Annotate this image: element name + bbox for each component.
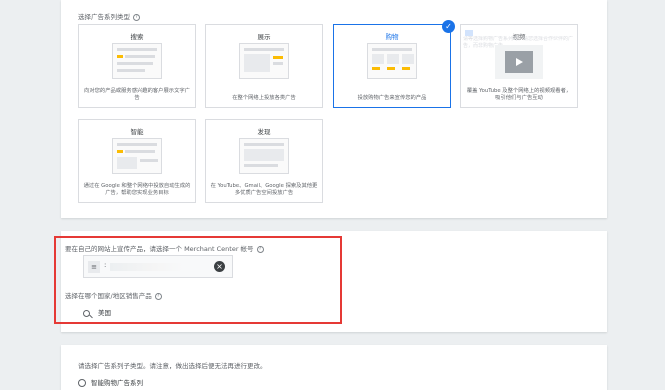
subtype-card: 请选择广告系列子类型。请注意，做出选择后便无法再进行更改。 智能购物广告系列 — [61, 345, 607, 390]
tile-shopping[interactable]: ✓ 购物 投放购物广告来宣传您的产品 — [333, 20, 455, 108]
video-illustration — [495, 45, 543, 79]
tile-title: 发现 — [257, 128, 271, 136]
radio-button[interactable] — [78, 379, 86, 387]
annotation-highlight-box — [54, 236, 342, 324]
tile-desc: 覆盖 YouTube 及整个网络上的视频观看者，吸引他们与广告互动 — [466, 88, 572, 101]
subtype-label: 请选择广告系列子类型。请注意，做出选择后便无法再进行更改。 — [78, 362, 267, 370]
tile-title: 展示 — [257, 33, 271, 41]
tile-title: 智能 — [130, 128, 144, 136]
shopping-illustration — [367, 43, 417, 79]
tile-desc: 向对您的产品或服务感兴趣的客户展示文字广告 — [84, 88, 190, 101]
tile-title: 购物 — [385, 33, 399, 41]
discovery-illustration — [239, 138, 289, 174]
tile-display[interactable]: 展示 在整个网络上投放各类广告 — [205, 24, 323, 108]
tile-discovery[interactable]: 发现 在 YouTube、Gmail、Google 探索及其他更多优质广告空间投… — [205, 119, 323, 203]
tile-desc: 在整个网络上投放各类广告 — [232, 95, 296, 101]
tile-desc: 通过在 Google 和整个网络中投放自动生成的广告，帮助您实现业务目标 — [83, 183, 191, 196]
display-illustration — [239, 43, 289, 79]
tile-search[interactable]: 搜索 向对您的产品或服务感兴趣的客户展示文字广告 — [78, 24, 196, 108]
campaign-type-label-row: 选择广告系列类型? — [78, 11, 140, 21]
tile-title: 搜索 — [130, 33, 144, 41]
play-icon — [505, 51, 533, 73]
tile-desc: 投放购物广告来宣传您的产品 — [357, 95, 427, 101]
tile-desc: 在 YouTube、Gmail、Google 探索及其他更多优质广告空间投放广告 — [210, 183, 318, 196]
subtype-option-label: 智能购物广告系列 — [91, 379, 143, 387]
tile-smart[interactable]: 智能 通过在 Google 和整个网络中投放自动生成的广告，帮助您实现业务目标 — [78, 119, 196, 203]
campaign-type-card: 选择广告系列类型? 搜索 向对您的产品或服务感兴趣的客户展示文字广告 展示 在整… — [61, 0, 607, 218]
search-illustration — [112, 43, 162, 79]
smart-illustration — [112, 138, 162, 174]
campaign-type-label: 选择广告系列类型 — [78, 13, 130, 21]
subtype-option-smart-shopping[interactable]: 智能购物广告系列 — [78, 377, 143, 387]
tile-video[interactable]: 视频 请等选择购物广告系列时，请您选择合作伙伴的广告，而非购物广告。 覆盖 Yo… — [460, 24, 578, 108]
help-icon[interactable]: ? — [133, 13, 140, 21]
